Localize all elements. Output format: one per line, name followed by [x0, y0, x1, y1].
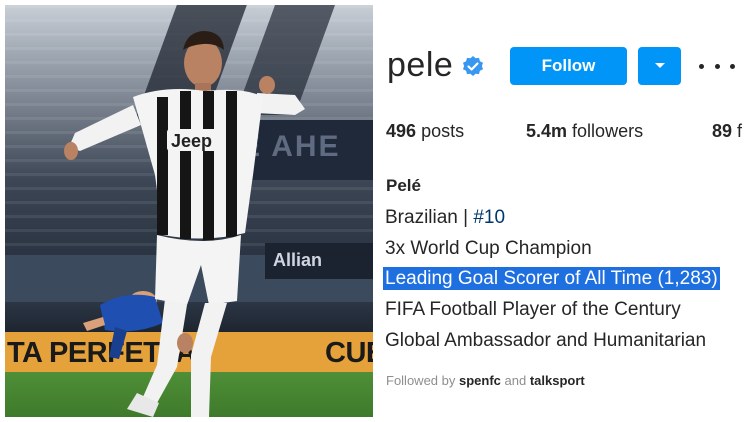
player-figure: Jeep [64, 31, 305, 417]
bio-line-1: Brazilian | #10 [385, 207, 505, 229]
followers-stat[interactable]: 5.4m followers [526, 121, 643, 142]
followers-count: 5.4m [526, 121, 568, 141]
instagram-profile: pele Follow 496 posts 5.4m followers 89 … [379, 5, 745, 417]
posts-count: 496 [386, 121, 417, 141]
bio-line-3-highlighted: Leading Goal Scorer of All Time (1,283) [383, 267, 720, 290]
bio-hashtag-link[interactable]: #10 [473, 207, 505, 228]
followed-by-and: and [500, 373, 530, 388]
profile-username: pele [387, 46, 454, 84]
posts-label: posts [421, 121, 465, 141]
follow-button[interactable]: Follow [510, 47, 627, 85]
following-count: 89 [712, 121, 733, 141]
bio-highlighted-text: Leading Goal Scorer of All Time (1,283) [383, 267, 720, 290]
bio-nationality: Brazilian | [385, 207, 474, 228]
followed-by-prefix: Followed by [386, 373, 459, 388]
bio-line-4: FIFA Football Player of the Century [385, 299, 681, 320]
posts-stat[interactable]: 496 posts [386, 121, 464, 142]
followed-by: Followed by spenfc and talksport [386, 373, 585, 388]
followed-by-user-2[interactable]: talksport [530, 373, 585, 388]
suggested-accounts-dropdown-button[interactable] [638, 47, 681, 85]
profile-full-name: Pelé [386, 176, 421, 195]
background-player [83, 291, 163, 359]
bio-line-5: Global Ambassador and Humanitarian [385, 330, 707, 351]
followed-by-user-1[interactable]: spenfc [459, 373, 501, 388]
main-player: Jeep [64, 31, 305, 417]
verified-badge-icon [463, 56, 483, 76]
more-options-icon[interactable] [699, 57, 735, 75]
followers-label: followers [572, 121, 644, 141]
player-photo: E AHE Allian TA PERFETTACUE [5, 5, 373, 417]
jersey-sponsor-text: Jeep [171, 131, 212, 151]
bio-line-2: 3x World Cup Champion [385, 238, 592, 259]
following-stat[interactable]: 89 f [712, 121, 742, 142]
chevron-down-icon [654, 63, 665, 68]
following-label: f [737, 121, 743, 141]
